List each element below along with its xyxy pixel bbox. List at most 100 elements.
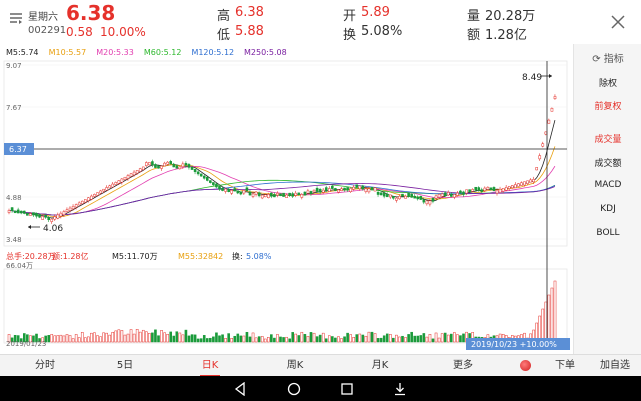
- volume-bar: [282, 337, 285, 343]
- high-value: 6.38: [235, 5, 264, 20]
- kline-chart[interactable]: M5:5.74 M10:5.57 M20:5.33 M60:5.12 M120:5.12…: [0, 44, 573, 354]
- candle-body: [74, 204, 78, 208]
- volume-bar: [413, 335, 416, 343]
- candle-body: [193, 169, 197, 173]
- candle-body: [184, 163, 188, 166]
- indicator-header[interactable]: ⟳ 指标: [574, 50, 641, 65]
- candle-body: [62, 211, 66, 216]
- candle-body: [541, 143, 545, 147]
- candle-body: [437, 194, 441, 198]
- indicator-item[interactable]: MACD: [574, 180, 641, 190]
- volume-legend-item: M55:32842: [178, 252, 223, 261]
- indicator-item[interactable]: BOLL: [574, 228, 641, 238]
- candle-body: [419, 195, 423, 200]
- candle-body: [440, 193, 444, 197]
- volume-bar: [209, 337, 212, 343]
- candle-body: [7, 210, 11, 213]
- candle-body: [105, 187, 108, 191]
- candle-body: [431, 197, 435, 202]
- alert-icon[interactable]: [520, 360, 531, 371]
- volume-bar: [309, 332, 313, 343]
- candle-body: [443, 192, 447, 197]
- candle-body: [459, 190, 462, 194]
- weekday-label: 星期六: [28, 12, 58, 23]
- price-change-pct: 10.00%: [100, 25, 146, 39]
- candle-body: [141, 166, 145, 170]
- recents-icon[interactable]: [340, 381, 354, 395]
- open-label: 开: [343, 9, 357, 24]
- volume-bar: [395, 334, 398, 343]
- candle-body: [80, 200, 84, 205]
- indicator-title: 指标: [603, 54, 624, 65]
- tab-6[interactable]: 下单: [550, 355, 580, 377]
- candle-body: [32, 212, 35, 216]
- candle-body: [126, 175, 130, 179]
- close-icon[interactable]: [610, 14, 626, 30]
- candle-body: [209, 180, 212, 183]
- candle-body: [90, 195, 93, 200]
- volume-bar: [346, 332, 349, 343]
- tab-7[interactable]: 加自选: [595, 355, 635, 377]
- volume-bar: [120, 330, 124, 343]
- volume-bar: [172, 335, 176, 343]
- candle-body: [178, 166, 182, 170]
- home-icon[interactable]: [287, 381, 301, 396]
- tab-2[interactable]: 日K: [200, 355, 220, 377]
- candle-body: [270, 192, 273, 197]
- candle-body: [446, 192, 450, 196]
- candle-body: [538, 155, 542, 160]
- candle-body: [553, 96, 557, 99]
- ma-legend-item: M120:5.12: [191, 48, 234, 57]
- amount-value: 1.28亿: [485, 28, 527, 43]
- ma-legend-item: M60:5.12: [144, 48, 182, 57]
- tab-5[interactable]: 更多: [452, 355, 474, 377]
- tab-4[interactable]: 月K: [370, 355, 390, 377]
- volume-bar: [373, 333, 377, 343]
- volume-axis-top: 66.04万: [6, 262, 33, 270]
- candle-body: [248, 191, 252, 196]
- low-value: 5.88: [235, 24, 264, 39]
- volume-bar: [163, 332, 166, 343]
- candle-body: [148, 162, 151, 166]
- indicator-item[interactable]: 成交额: [574, 156, 641, 169]
- indicator-item[interactable]: 成交量: [574, 132, 641, 145]
- candle-body: [291, 193, 294, 197]
- candle-body: [309, 191, 313, 194]
- candle-body: [123, 176, 127, 180]
- volume-bar: [245, 331, 249, 343]
- candle-body: [480, 189, 484, 192]
- candle-body: [361, 185, 365, 190]
- menu-icon[interactable]: [9, 10, 23, 24]
- volume-bar: [358, 333, 362, 343]
- volume-bar: [404, 337, 407, 343]
- candle-body: [376, 191, 380, 195]
- candle-body: [77, 202, 81, 206]
- indicator-item[interactable]: 前复权: [574, 99, 641, 112]
- tab-3[interactable]: 周K: [285, 355, 305, 377]
- candle-body: [507, 186, 511, 189]
- candle-body: [175, 165, 179, 169]
- turnover-label: 换: [343, 28, 357, 43]
- volume-bar: [324, 338, 328, 343]
- candle-body: [385, 193, 389, 198]
- volume-bar: [157, 335, 160, 343]
- tab-1[interactable]: 5日: [115, 355, 135, 377]
- candle-body: [257, 192, 261, 197]
- candle-body: [29, 213, 32, 216]
- tab-0[interactable]: 分时: [30, 355, 60, 377]
- candle-body: [532, 178, 535, 183]
- volume-legend-item: 额:1.28亿: [52, 251, 89, 261]
- candle-body: [135, 170, 139, 174]
- volume-bar: [236, 333, 240, 343]
- volume-bar: [239, 335, 243, 343]
- candle-body: [114, 182, 118, 185]
- volume-legend-item: 换:: [232, 251, 243, 261]
- volume-bar: [187, 335, 191, 343]
- indicator-item[interactable]: KDJ: [574, 204, 641, 214]
- candle-body: [230, 190, 233, 194]
- candle-body: [379, 192, 383, 196]
- download-icon[interactable]: [393, 381, 407, 396]
- candle-body: [511, 185, 514, 189]
- indicator-item[interactable]: 除权: [574, 76, 641, 89]
- back-icon[interactable]: [233, 381, 247, 397]
